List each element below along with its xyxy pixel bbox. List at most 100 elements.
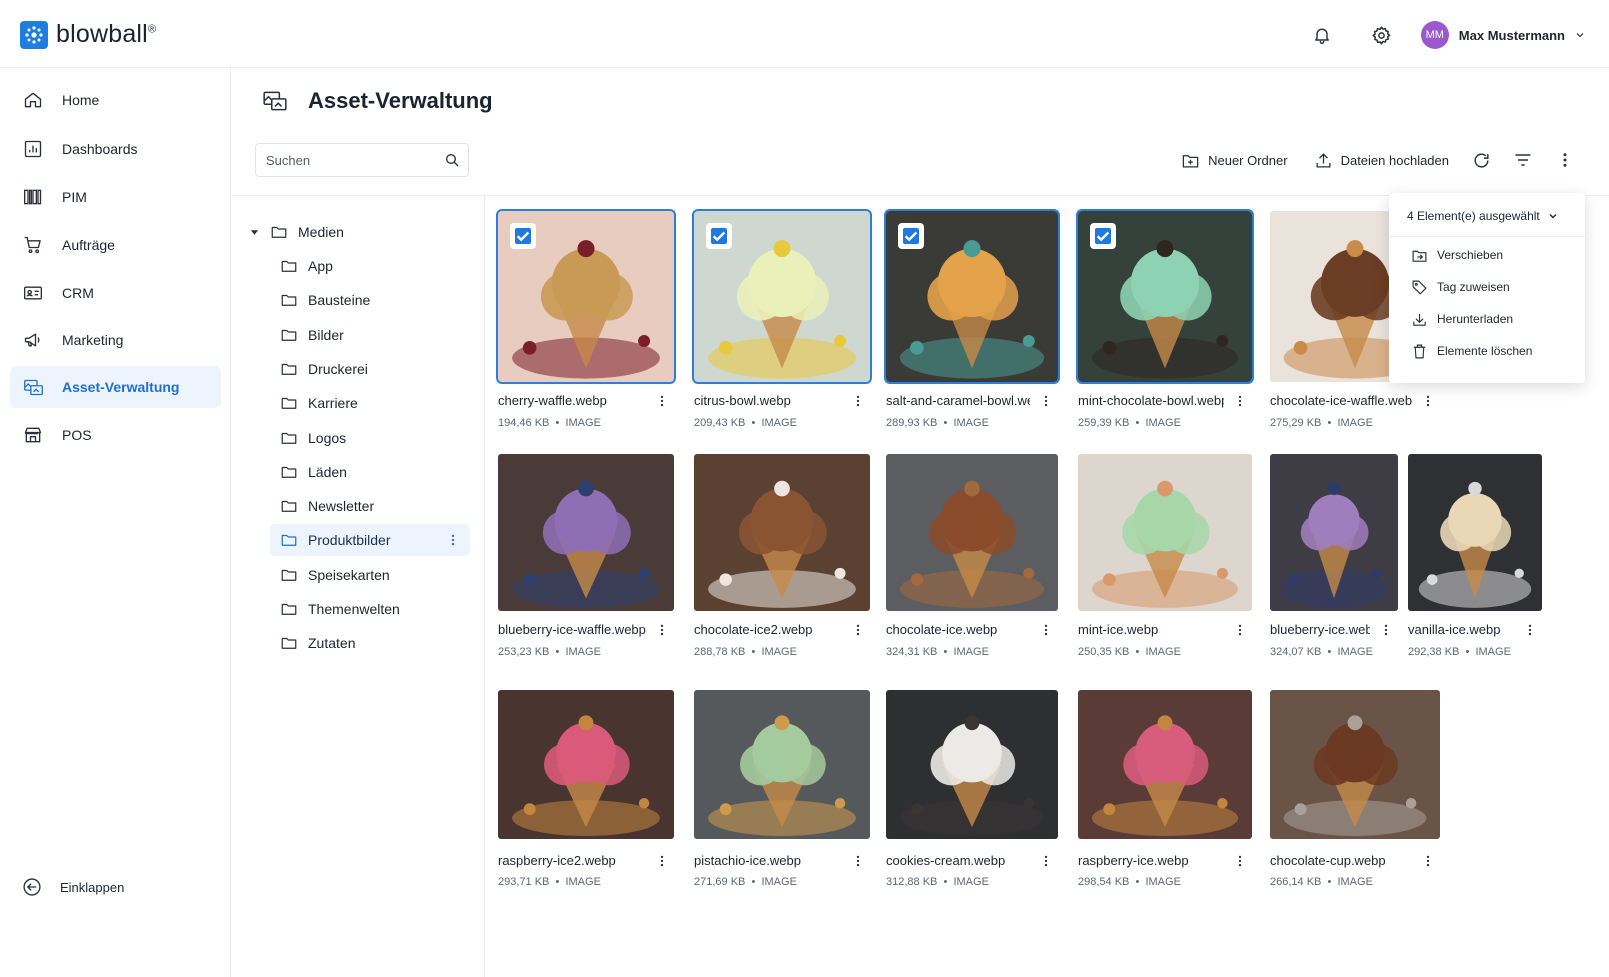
asset-card[interactable]: raspberry-ice.webp 298,54 KB • IMAGE: [1078, 690, 1252, 892]
columns-icon: [22, 186, 44, 208]
asset-thumbnail[interactable]: [694, 690, 870, 839]
asset-size: 298,54 KB: [1078, 876, 1130, 888]
sidebar-item-pos[interactable]: POS: [10, 414, 221, 456]
menu-item-delete[interactable]: Elemente löschen: [1411, 340, 1532, 362]
asset-thumbnail[interactable]: [886, 690, 1058, 839]
more-vertical-icon[interactable]: [1232, 620, 1248, 640]
more-vertical-icon[interactable]: [446, 532, 460, 548]
asset-thumbnail[interactable]: [694, 454, 870, 611]
tree-folder-item[interactable]: Läden: [270, 456, 470, 488]
sidebar-item-auftraege[interactable]: Aufträge: [10, 224, 221, 266]
user-menu[interactable]: MM Max Mustermann: [1420, 21, 1585, 49]
asset-thumbnail[interactable]: [1408, 454, 1542, 611]
asset-card[interactable]: pistachio-ice.webp 271,69 KB • IMAGE: [694, 690, 870, 892]
tree-root-folder[interactable]: Medien: [248, 216, 468, 248]
new-folder-button[interactable]: Neuer Ordner: [1181, 144, 1288, 176]
asset-card[interactable]: citrus-bowl.webp 209,43 KB • IMAGE: [692, 209, 872, 433]
asset-thumbnail[interactable]: [1076, 209, 1254, 384]
more-vertical-icon[interactable]: [654, 391, 670, 411]
more-vertical-icon[interactable]: [1420, 391, 1436, 411]
logo[interactable]: blowball®: [20, 20, 156, 49]
asset-card[interactable]: cookies-cream.webp 312,88 KB • IMAGE: [886, 690, 1058, 892]
sidebar-item-crm[interactable]: CRM: [10, 272, 221, 314]
asset-thumbnail[interactable]: [1270, 454, 1398, 611]
asset-card[interactable]: blueberry-ice.webp 324,07 KB • IMAGE: [1270, 454, 1398, 662]
tree-folder-item[interactable]: Themenwelten: [270, 593, 470, 625]
tree-folder-item[interactable]: Zutaten: [270, 627, 470, 659]
asset-card[interactable]: chocolate-ice2.webp 288,78 KB • IMAGE: [694, 454, 870, 662]
asset-thumbnail[interactable]: [886, 454, 1058, 611]
asset-type: IMAGE: [953, 417, 989, 429]
more-vertical-icon[interactable]: [850, 391, 866, 411]
collapse-sidebar-button[interactable]: Einklappen: [22, 877, 124, 897]
tree-folder-item[interactable]: App: [270, 250, 470, 282]
menu-item-assign-tag[interactable]: Tag zuweisen: [1411, 276, 1510, 298]
sidebar-item-home[interactable]: Home: [10, 79, 221, 121]
asset-card[interactable]: chocolate-ice.webp 324,31 KB • IMAGE: [886, 454, 1058, 662]
asset-thumbnail[interactable]: [498, 454, 674, 611]
collapse-label: Einklappen: [60, 879, 125, 895]
more-vertical-icon[interactable]: [850, 620, 866, 640]
tree-folder-item[interactable]: Logos: [270, 422, 470, 454]
tree-folder-item[interactable]: Speisekarten: [270, 559, 470, 591]
more-vertical-icon[interactable]: [1038, 391, 1054, 411]
upload-files-button[interactable]: Dateien hochladen: [1314, 144, 1449, 176]
bell-icon[interactable]: [1305, 18, 1339, 52]
more-vertical-icon[interactable]: [1522, 620, 1538, 640]
tree-folder-item[interactable]: Produktbilder: [270, 524, 470, 557]
sidebar-item-marketing[interactable]: Marketing: [10, 319, 221, 361]
menu-item-download[interactable]: Herunterladen: [1411, 308, 1513, 330]
search-icon[interactable]: [444, 152, 460, 168]
select-checkbox[interactable]: [1090, 223, 1116, 249]
sidebar-item-asset-verwaltung[interactable]: Asset-Verwaltung: [10, 366, 221, 408]
ice-cream-image: [1270, 690, 1440, 839]
more-vertical-icon[interactable]: [1420, 851, 1436, 871]
asset-thumbnail[interactable]: [884, 209, 1060, 384]
sidebar-item-label: CRM: [62, 285, 94, 301]
asset-card[interactable]: raspberry-ice2.webp 293,71 KB • IMAGE: [498, 690, 674, 892]
tree-folder-item[interactable]: Bilder: [270, 319, 470, 351]
asset-thumbnail[interactable]: [496, 209, 676, 384]
asset-card[interactable]: chocolate-cup.webp 266,14 KB • IMAGE: [1270, 690, 1440, 892]
sidebar-item-pim[interactable]: PIM: [10, 176, 221, 218]
asset-thumbnail[interactable]: [1270, 690, 1440, 839]
asset-card[interactable]: mint-ice.webp 250,35 KB • IMAGE: [1078, 454, 1252, 662]
tree-folder-item[interactable]: Bausteine: [270, 284, 470, 316]
more-vertical-icon[interactable]: [1038, 851, 1054, 871]
select-checkbox[interactable]: [706, 223, 732, 249]
asset-card[interactable]: vanilla-ice.webp 292,38 KB • IMAGE: [1408, 454, 1542, 662]
tree-folder-item[interactable]: Karriere: [270, 387, 470, 419]
asset-card[interactable]: blueberry-ice-waffle.webp 253,23 KB • IMA…: [498, 454, 674, 662]
select-checkbox[interactable]: [898, 223, 924, 249]
select-checkbox[interactable]: [510, 223, 536, 249]
more-vertical-icon[interactable]: [1549, 144, 1581, 176]
asset-thumbnail[interactable]: [1078, 454, 1252, 611]
asset-card[interactable]: mint-chocolate-bowl.webp 259,39 KB • IMAG…: [1076, 209, 1254, 433]
move-folder-icon: [1411, 247, 1428, 264]
asset-thumbnail[interactable]: [498, 690, 674, 839]
more-vertical-icon[interactable]: [1232, 851, 1248, 871]
selection-summary[interactable]: 4 Element(e) ausgewählt: [1407, 209, 1558, 223]
search-input[interactable]: [266, 152, 436, 168]
menu-item-move[interactable]: Verschieben: [1411, 244, 1503, 266]
selection-summary-label: 4 Element(e) ausgewählt: [1407, 209, 1540, 223]
asset-meta: 266,14 KB • IMAGE: [1270, 876, 1373, 888]
filter-icon[interactable]: [1507, 144, 1539, 176]
asset-thumbnail[interactable]: [692, 209, 872, 384]
asset-thumbnail[interactable]: [1078, 690, 1252, 839]
sidebar-item-dashboards[interactable]: Dashboards: [10, 128, 221, 170]
tree-folder-item[interactable]: Newsletter: [270, 490, 470, 522]
more-vertical-icon[interactable]: [1232, 391, 1248, 411]
gear-icon[interactable]: [1365, 18, 1399, 52]
asset-card[interactable]: cherry-waffle.webp 194,46 KB • IMAGE: [496, 209, 676, 433]
more-vertical-icon[interactable]: [1378, 620, 1394, 640]
more-vertical-icon[interactable]: [1038, 620, 1054, 640]
refresh-icon[interactable]: [1465, 144, 1497, 176]
more-vertical-icon[interactable]: [654, 620, 670, 640]
more-vertical-icon[interactable]: [850, 851, 866, 871]
asset-card[interactable]: salt-and-caramel-bowl.webp 289,93 KB • IM…: [884, 209, 1060, 433]
more-vertical-icon[interactable]: [654, 851, 670, 871]
caret-down-icon[interactable]: [248, 228, 260, 237]
tree-folder-item[interactable]: Druckerei: [270, 353, 470, 385]
folder-icon: [280, 634, 298, 652]
